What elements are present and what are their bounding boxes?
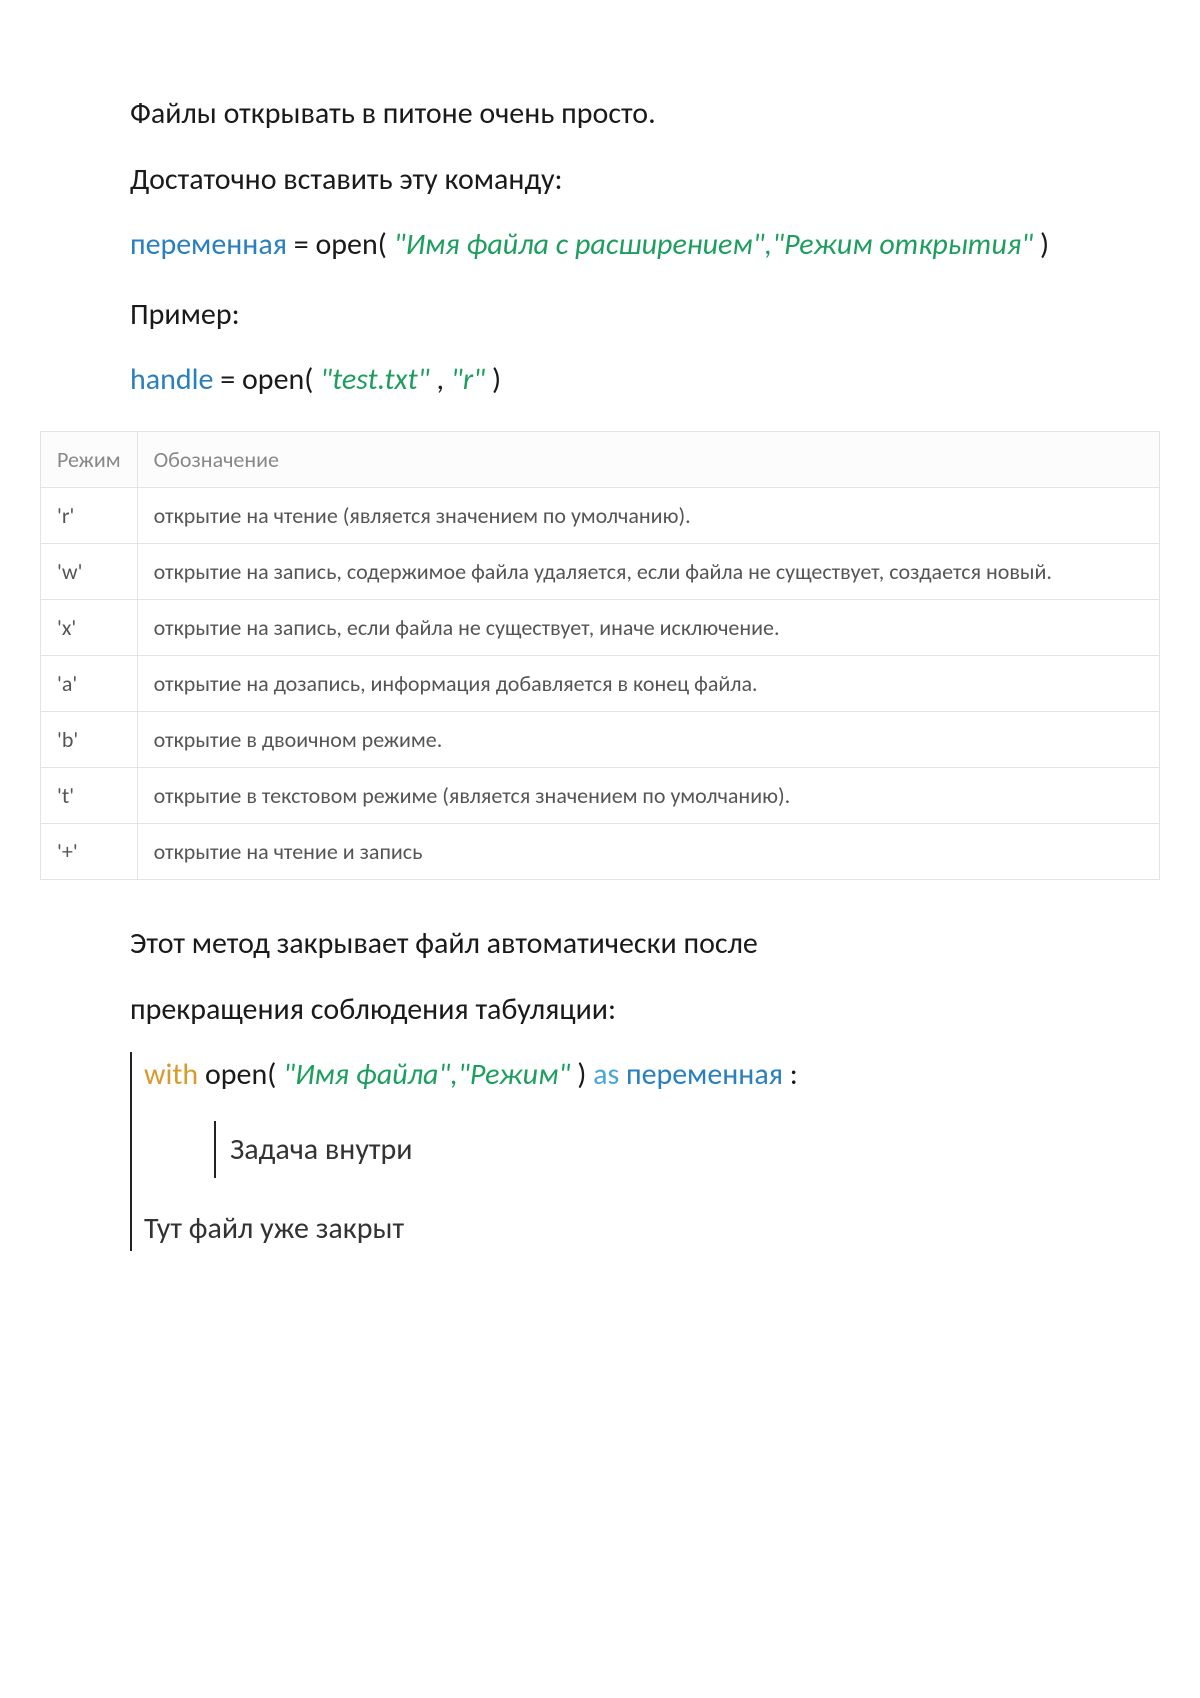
- desc-cell: открытие на чтение и запись: [137, 824, 1159, 880]
- desc-cell: открытие на запись, содержимое файла уда…: [137, 544, 1159, 600]
- table-row: 'b'открытие в двоичном режиме.: [41, 712, 1160, 768]
- table-row: 'x'открытие на запись, если файла не сущ…: [41, 600, 1160, 656]
- table-row: 't'открытие в текстовом режиме (является…: [41, 768, 1160, 824]
- as-keyword: as: [593, 1056, 619, 1093]
- table-header-desc: Обозначение: [137, 432, 1159, 488]
- example-label-text: Пример:: [130, 291, 1100, 339]
- desc-cell: открытие на запись, если файла не сущест…: [137, 600, 1159, 656]
- code-variable-token: переменная: [130, 226, 287, 263]
- desc-cell: открытие в текстовом режиме (является зн…: [137, 768, 1159, 824]
- with-explain-line-1: Этот метод закрывает файл автоматически …: [130, 920, 1100, 968]
- code-string-token: "Имя файла","Режим": [283, 1056, 570, 1093]
- example-label: Пример:: [130, 291, 1100, 339]
- code-string-token: "Имя файла с расширением","Режим открыти…: [394, 226, 1034, 263]
- mode-cell: '+': [41, 824, 138, 880]
- with-after-line: Тут файл уже закрыт: [144, 1206, 1160, 1251]
- table-header-mode: Режим: [41, 432, 138, 488]
- code-string-token: "test.txt": [320, 361, 430, 398]
- table-row: '+'открытие на чтение и запись: [41, 824, 1160, 880]
- with-explain-line-2: прекращения соблюдения табуляции:: [130, 986, 1100, 1034]
- mode-table-body: 'r'открытие на чтение (является значение…: [41, 488, 1160, 880]
- code-plain-token: = open(: [294, 226, 387, 263]
- intro-line-2: Достаточно вставить эту команду:: [130, 156, 1100, 204]
- mode-cell: 'b': [41, 712, 138, 768]
- table-row: 'r'открытие на чтение (является значение…: [41, 488, 1160, 544]
- with-explain-paragraph: Этот метод закрывает файл автоматически …: [130, 920, 1100, 1034]
- code-plain-token: ): [492, 361, 501, 398]
- code-plain-token: ): [1040, 226, 1049, 263]
- code-variable-token: handle: [130, 361, 213, 398]
- intro-paragraph: Файлы открывать в питоне очень просто. Д…: [130, 90, 1100, 204]
- code-open-example: handle = open( "test.txt" , "r" ): [130, 357, 1070, 404]
- code-plain-token: open(: [205, 1056, 276, 1093]
- desc-cell: открытие на дозапись, информация добавля…: [137, 656, 1159, 712]
- mode-cell: 'x': [41, 600, 138, 656]
- code-plain-token: ,: [437, 361, 451, 398]
- desc-cell: открытие в двоичном режиме.: [137, 712, 1159, 768]
- code-variable-token: переменная: [626, 1056, 783, 1093]
- mode-cell: 'r': [41, 488, 138, 544]
- mode-cell: 't': [41, 768, 138, 824]
- table-row: 'a'открытие на дозапись, информация доба…: [41, 656, 1160, 712]
- intro-line-1: Файлы открывать в питоне очень просто.: [130, 90, 1100, 138]
- document-page: Файлы открывать в питоне очень просто. Д…: [0, 0, 1200, 1291]
- code-plain-token: = open(: [220, 361, 313, 398]
- desc-cell: открытие на чтение (является значением п…: [137, 488, 1159, 544]
- file-mode-table: Режим Обозначение 'r'открытие на чтение …: [40, 431, 1160, 880]
- mode-cell: 'a': [41, 656, 138, 712]
- with-code-block: with open( "Имя файла","Режим" ) as пере…: [130, 1052, 1160, 1251]
- table-header-row: Режим Обозначение: [41, 432, 1160, 488]
- mode-cell: 'w': [41, 544, 138, 600]
- code-plain-token: ): [577, 1056, 593, 1093]
- table-row: 'w'открытие на запись, содержимое файла …: [41, 544, 1160, 600]
- with-header-line: with open( "Имя файла","Режим" ) as пере…: [144, 1052, 1160, 1097]
- code-plain-token: :: [790, 1056, 798, 1093]
- with-inner-body: Задача внутри: [214, 1121, 1160, 1178]
- code-string-token: "r": [451, 361, 485, 398]
- code-open-generic: переменная = open( "Имя файла с расширен…: [130, 222, 1070, 269]
- with-keyword: with: [144, 1056, 198, 1093]
